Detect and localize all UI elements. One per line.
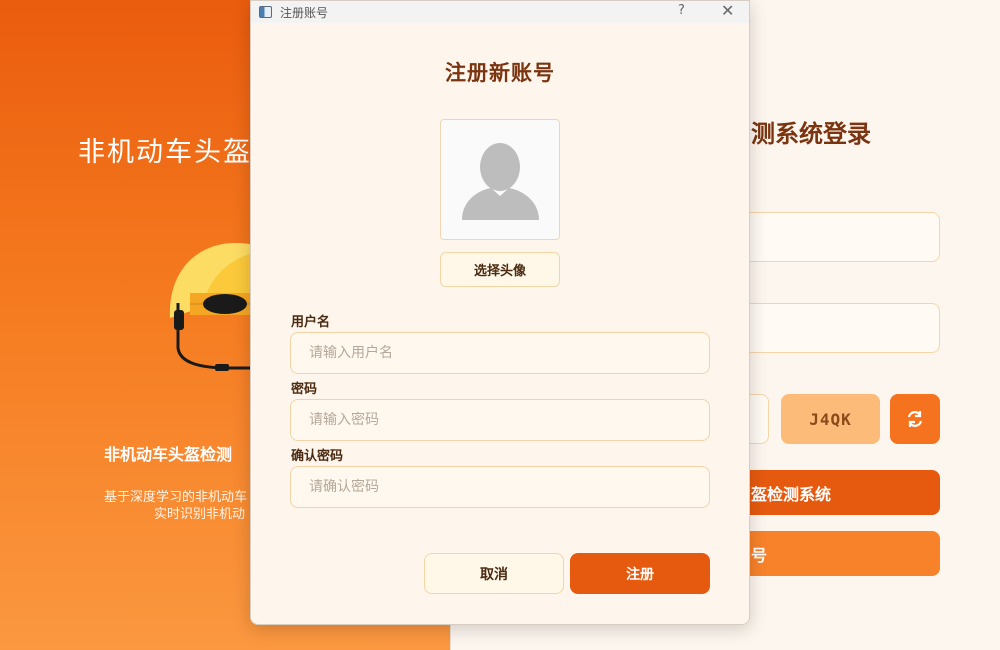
- confirm-password-label: 确认密码: [291, 449, 344, 464]
- login-title: 测系统登录: [751, 119, 871, 148]
- choose-avatar-button[interactable]: 选择头像: [440, 252, 560, 287]
- close-icon[interactable]: ✕: [721, 1, 734, 20]
- confirm-password-input[interactable]: [290, 466, 710, 508]
- cancel-button[interactable]: 取消: [424, 553, 564, 594]
- app-subtitle: 非机动车头盔检测: [104, 445, 233, 464]
- window-app-icon: [259, 6, 272, 18]
- username-label: 用户名: [291, 315, 331, 330]
- dialog-window-title: 注册账号: [280, 5, 329, 20]
- username-input[interactable]: [290, 332, 710, 374]
- avatar-preview: [440, 119, 560, 240]
- captcha-image[interactable]: J4QK: [781, 394, 880, 444]
- help-icon[interactable]: ?: [678, 3, 685, 18]
- password-label: 密码: [291, 382, 318, 397]
- app-description: 基于深度学习的非机动车 实时识别非机动: [104, 489, 247, 523]
- refresh-captcha-button[interactable]: [890, 394, 940, 444]
- password-input[interactable]: [290, 399, 710, 441]
- hero-title: 非机动车头盔: [78, 137, 252, 168]
- avatar-placeholder-icon: [462, 143, 539, 220]
- refresh-icon: [907, 411, 923, 427]
- register-button[interactable]: 注册: [570, 553, 710, 594]
- dialog-heading: 注册新账号: [445, 60, 555, 85]
- register-dialog: 注册账号 ? ✕ 注册新账号 选择头像 用户名 密码 确认密码 取消 注册: [250, 0, 750, 625]
- description-line: 基于深度学习的非机动车: [104, 490, 248, 505]
- dialog-titlebar[interactable]: 注册账号 ? ✕: [251, 1, 749, 23]
- description-line: 实时识别非机动: [154, 507, 246, 522]
